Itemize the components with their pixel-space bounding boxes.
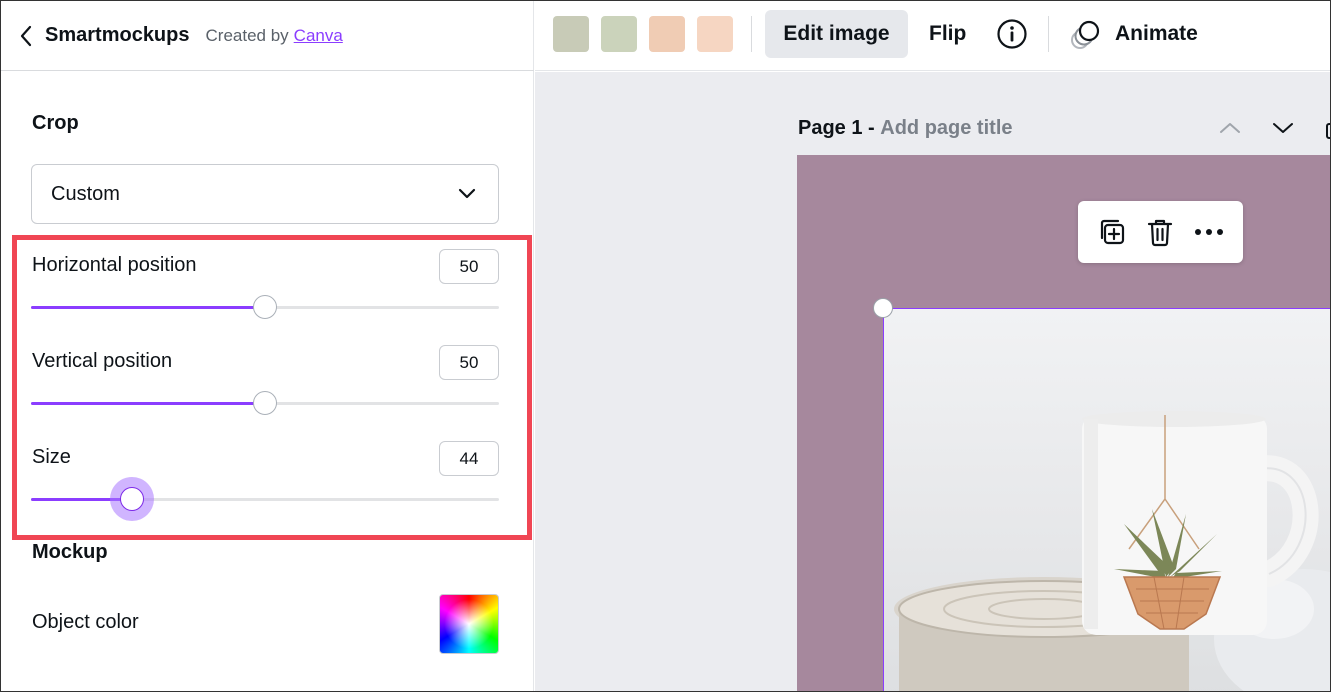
- element-context-menu: [1078, 201, 1243, 263]
- panel-title: Smartmockups: [45, 24, 190, 46]
- mug-photo: [894, 411, 1330, 691]
- flip-button[interactable]: Flip: [929, 10, 966, 58]
- chevron-left-icon[interactable]: [19, 25, 37, 47]
- horizontal-position-label: Horizontal position: [32, 254, 197, 276]
- duplicate-icon: [1101, 219, 1125, 245]
- creator-link[interactable]: Canva: [294, 26, 343, 46]
- vertical-position-slider[interactable]: [31, 391, 499, 415]
- vertical-position-label: Vertical position: [32, 350, 173, 372]
- mockup-image[interactable]: [883, 308, 1330, 691]
- slider-fill: [31, 306, 265, 309]
- vertical-position-input[interactable]: 50: [439, 345, 499, 380]
- color-swatch[interactable]: [601, 16, 637, 52]
- crop-dropdown-value: Custom: [51, 182, 120, 205]
- slider-thumb[interactable]: [253, 295, 277, 319]
- page-number: Page 1 -: [798, 117, 875, 139]
- toolbar-divider: [751, 16, 752, 52]
- animate-icon[interactable]: [1069, 18, 1103, 52]
- duplicate-page-icon[interactable]: [1325, 118, 1331, 142]
- top-toolbar: Edit image Flip Animate: [535, 1, 1330, 71]
- mockup-heading: Mockup: [32, 541, 108, 563]
- slider-thumb[interactable]: [253, 391, 277, 415]
- chevron-down-icon: [458, 188, 476, 199]
- object-color-label: Object color: [32, 611, 139, 633]
- resize-handle[interactable]: [873, 298, 893, 318]
- slider-thumb[interactable]: [119, 487, 144, 511]
- more-options-button[interactable]: [1192, 215, 1226, 249]
- size-input[interactable]: 44: [439, 441, 499, 476]
- smartmockups-panel: Smartmockups Created by Canva Crop Custo…: [1, 1, 534, 691]
- size-slider[interactable]: [31, 487, 499, 511]
- horizontal-position-slider[interactable]: [31, 295, 499, 319]
- color-swatch[interactable]: [697, 16, 733, 52]
- chevron-down-icon[interactable]: [1271, 116, 1295, 140]
- toolbar-divider: [1048, 16, 1049, 52]
- color-swatch[interactable]: [649, 16, 685, 52]
- chevron-up-icon[interactable]: [1218, 116, 1242, 140]
- object-color-picker[interactable]: [439, 594, 499, 654]
- size-label: Size: [32, 446, 71, 468]
- page-title-input[interactable]: Add page title: [880, 117, 1012, 139]
- edit-image-button[interactable]: Edit image: [765, 10, 908, 58]
- info-icon[interactable]: [996, 18, 1028, 50]
- animate-button[interactable]: Animate: [1115, 10, 1198, 58]
- crop-heading: Crop: [32, 112, 79, 134]
- page-header: Page 1 - Add page title: [798, 117, 1013, 140]
- trash-icon: [1148, 219, 1173, 247]
- slider-fill: [31, 498, 132, 501]
- crop-dropdown[interactable]: Custom: [31, 164, 499, 224]
- created-by-text: Created by: [205, 25, 289, 45]
- horizontal-position-input[interactable]: 50: [439, 249, 499, 284]
- panel-header: Smartmockups Created by Canva: [1, 1, 534, 71]
- delete-button[interactable]: [1143, 215, 1177, 249]
- color-swatch[interactable]: [553, 16, 589, 52]
- app-window: Smartmockups Created by Canva Crop Custo…: [0, 0, 1331, 692]
- duplicate-button[interactable]: [1095, 215, 1129, 249]
- slider-fill: [31, 402, 265, 405]
- more-horizontal-icon: [1194, 229, 1223, 235]
